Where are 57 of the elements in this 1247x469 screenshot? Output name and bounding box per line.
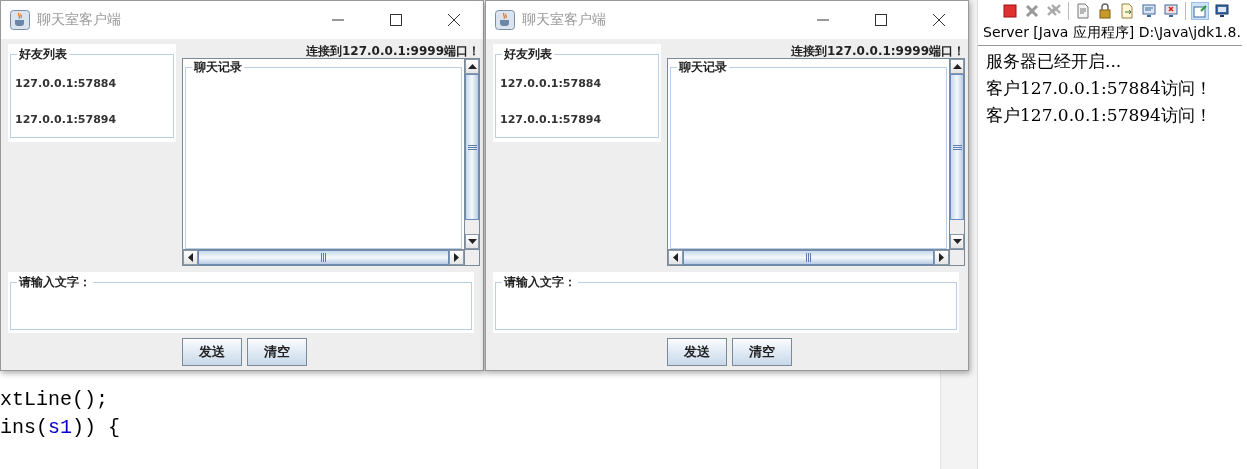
friend-list-title: 好友列表 (18, 46, 68, 63)
left-arrow-icon (188, 253, 193, 262)
maximize-icon (389, 13, 403, 27)
connection-status: 连接到127.0.0.1:9999端口！ (791, 44, 965, 58)
message-input-field[interactable]: 请输入文字： (493, 272, 959, 333)
chat-log-title: 聊天记录 (192, 59, 243, 76)
lock-icon[interactable] (1097, 2, 1113, 19)
down-arrow-icon (467, 239, 477, 244)
close-icon (932, 13, 946, 27)
up-arrow-icon (952, 64, 962, 69)
document-icon[interactable] (1075, 2, 1091, 19)
console-line: 服务器已经开启... (986, 50, 1122, 73)
horizontal-scrollbar[interactable] (183, 249, 464, 265)
chat-log-title: 聊天记录 (677, 59, 728, 76)
action-button[interactable]: 清空 (731, 338, 792, 366)
window-title: 聊天室客户端 (37, 11, 121, 29)
monitor-icon[interactable] (1214, 2, 1230, 19)
action-button[interactable]: 发送 (181, 338, 242, 366)
grip-icon (467, 144, 477, 150)
message-input-title: 请输入文字： (503, 274, 577, 291)
right-arrow-icon (939, 253, 944, 262)
code-line: ins(s1)) { (0, 415, 121, 441)
message-input-field[interactable]: 请输入文字： (8, 272, 474, 333)
friend-item[interactable]: 127.0.0.1:57884 (500, 77, 602, 90)
vertical-scrollbar[interactable] (464, 59, 479, 249)
coffee-cup-icon (10, 10, 30, 30)
friend-list-title: 好友列表 (503, 46, 553, 63)
window-title: 聊天室客户端 (522, 11, 606, 29)
message-input-title: 请输入文字： (18, 274, 92, 291)
action-button[interactable]: 清空 (246, 338, 307, 366)
document-icon[interactable] (1119, 2, 1135, 19)
pin-icon[interactable] (1192, 2, 1208, 19)
monitor-icon[interactable] (1163, 2, 1179, 19)
console-line: 客户127.0.0.1:57894访问！ (986, 104, 1212, 127)
console-line: 客户127.0.0.1:57884访问！ (986, 77, 1212, 100)
stop-icon[interactable] (1002, 2, 1018, 19)
friend-item[interactable]: 127.0.0.1:57884 (15, 77, 117, 90)
console-title: Server [Java 应用程序] D:\Java\jdk1.8. (978, 21, 1242, 46)
friend-item[interactable]: 127.0.0.1:57894 (500, 113, 602, 126)
close-icon (447, 13, 461, 27)
grip-icon (806, 253, 811, 262)
horizontal-scrollbar[interactable] (668, 249, 949, 265)
down-arrow-icon (952, 239, 962, 244)
connection-status: 连接到127.0.0.1:9999端口！ (306, 44, 480, 58)
up-arrow-icon (467, 64, 477, 69)
left-arrow-icon (673, 253, 678, 262)
coffee-cup-icon (495, 10, 515, 30)
friend-item[interactable]: 127.0.0.1:57894 (15, 113, 117, 126)
grip-icon (952, 144, 962, 150)
vertical-scrollbar[interactable] (949, 59, 964, 249)
right-arrow-icon (454, 253, 459, 262)
grip-icon (321, 253, 326, 262)
remove-icon[interactable] (1024, 2, 1040, 19)
code-line: xtLine(); (0, 387, 109, 413)
monitor-icon[interactable] (1141, 2, 1157, 19)
maximize-icon (874, 13, 888, 27)
action-button[interactable]: 发送 (666, 338, 727, 366)
